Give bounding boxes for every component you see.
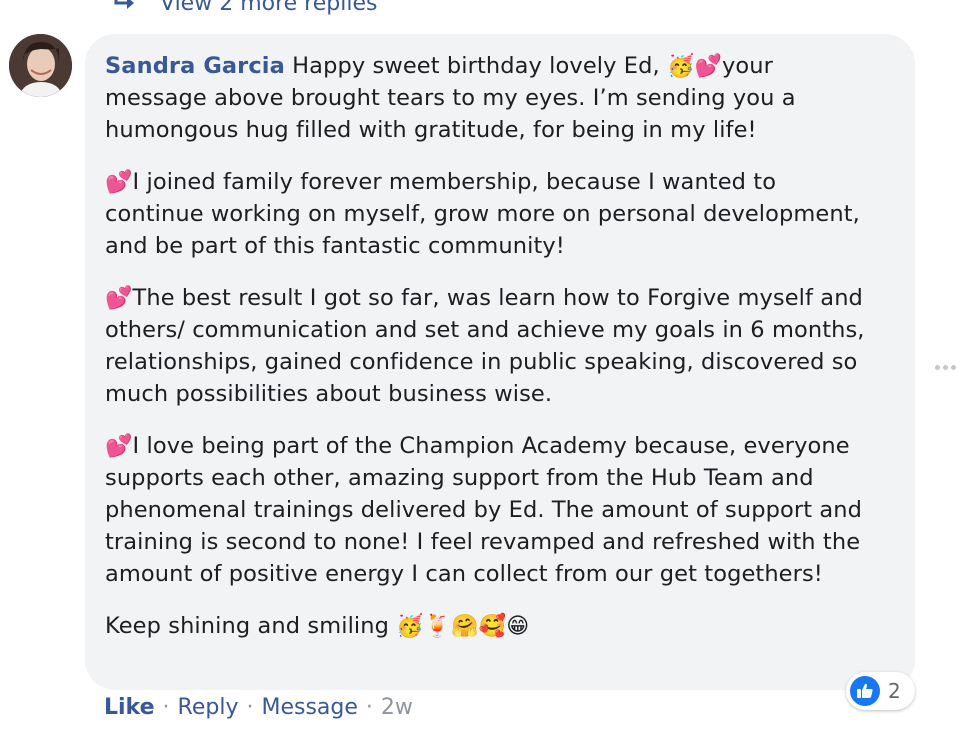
author-name[interactable]: Sandra Garcia bbox=[105, 53, 285, 79]
profile-photo bbox=[9, 34, 72, 97]
emoji-sequence-icon: 🥳🍹🤗🥰😁 bbox=[396, 614, 530, 639]
separator: · bbox=[365, 695, 373, 720]
comment-bubble: Sandra Garcia Happy sweet birthday lovel… bbox=[85, 34, 915, 690]
comment-paragraph-1: Sandra Garcia Happy sweet birthday lovel… bbox=[105, 50, 879, 146]
paragraph-text: Happy sweet birthday lovely Ed, bbox=[284, 53, 667, 79]
reaction-count: 2 bbox=[888, 679, 901, 703]
two-hearts-emoji-icon: 💕 bbox=[105, 170, 133, 195]
dot bbox=[935, 364, 940, 370]
separator: · bbox=[246, 695, 254, 720]
avatar[interactable] bbox=[9, 34, 72, 97]
paragraph-text: I joined family forever membership, beca… bbox=[105, 169, 860, 259]
comment-paragraph-4: 💕I love being part of the Champion Acade… bbox=[105, 430, 879, 590]
separator: · bbox=[162, 695, 170, 720]
paragraph-text: Keep shining and smiling bbox=[105, 613, 397, 639]
dot bbox=[943, 364, 948, 370]
two-hearts-emoji-icon: 💕 bbox=[105, 434, 133, 459]
reply-button[interactable]: Reply bbox=[178, 690, 239, 726]
message-button[interactable]: Message bbox=[261, 690, 357, 726]
like-button[interactable]: Like bbox=[104, 690, 155, 726]
paragraph-text: I love being part of the Champion Academ… bbox=[105, 433, 863, 587]
comment-paragraph-3: 💕The best result I got so far, was learn… bbox=[105, 282, 879, 410]
view-more-replies-label[interactable]: View 2 more replies bbox=[160, 0, 377, 16]
thumbs-up-icon bbox=[850, 676, 880, 706]
dot bbox=[951, 364, 956, 370]
timestamp[interactable]: 2w bbox=[381, 690, 413, 726]
reaction-summary[interactable]: 2 bbox=[846, 672, 915, 710]
paragraph-text: The best result I got so far, was learn … bbox=[105, 285, 865, 407]
two-hearts-emoji-icon: 💕 bbox=[105, 286, 133, 311]
comment-paragraph-2: 💕I joined family forever membership, bec… bbox=[105, 166, 879, 262]
party-face-emoji-icon: 🥳💕 bbox=[666, 54, 722, 79]
more-options-icon[interactable] bbox=[935, 362, 961, 372]
comment-actions: Like · Reply · Message · 2w bbox=[104, 690, 413, 726]
reply-arrow-icon bbox=[114, 0, 134, 9]
view-more-replies-link[interactable]: View 2 more replies bbox=[112, 0, 377, 20]
comment-paragraph-5: Keep shining and smiling 🥳🍹🤗🥰😁 bbox=[105, 610, 879, 642]
